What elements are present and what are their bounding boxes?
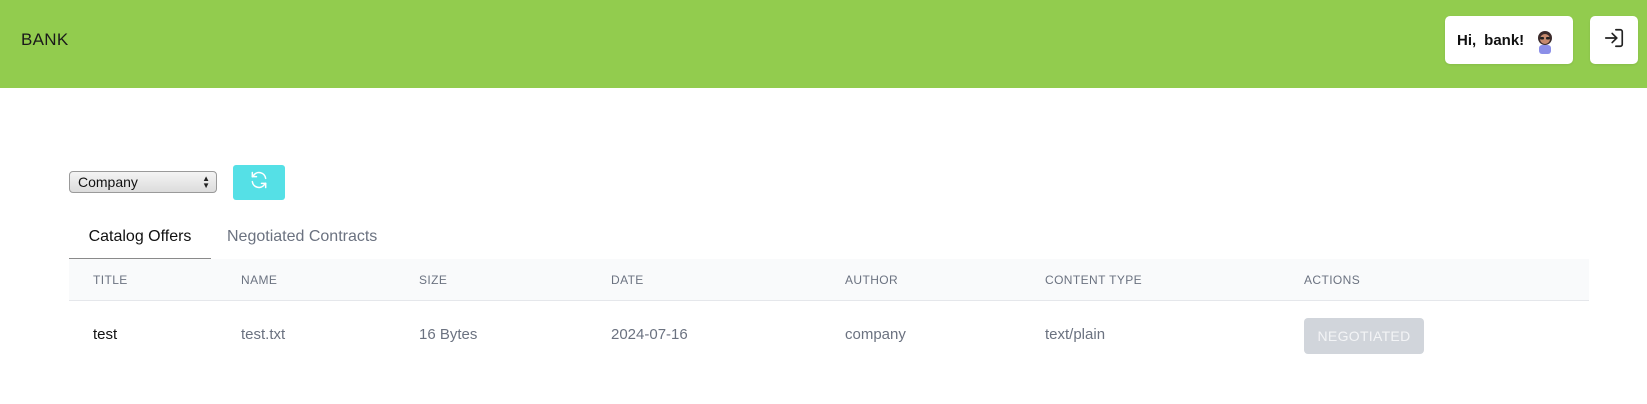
column-header-actions: ACTIONS [1304,273,1361,287]
tab-catalog-offers[interactable]: Catalog Offers [69,222,211,260]
refresh-button[interactable] [233,165,285,200]
logout-button[interactable] [1590,16,1638,64]
brand-title: BANK [21,30,69,49]
select-arrows-icon: ▲ ▼ [202,174,210,190]
company-select[interactable]: Company ▲ ▼ [69,171,217,193]
column-header-name: NAME [241,273,278,287]
user-greeting-card: Hi, bank! [1445,16,1573,64]
company-select-value: Company [78,174,138,190]
column-header-author: AUTHOR [845,273,899,287]
table-header: TITLE NAME SIZE DATE AUTHOR CONTENT TYPE… [69,259,1589,301]
cell-size: 16 Bytes [419,326,478,343]
cell-author: company [845,326,906,343]
top-header: BANK Hi, bank! [0,0,1647,88]
tab-negotiated-contracts[interactable]: Negotiated Contracts [227,222,377,260]
column-header-content-type: CONTENT TYPE [1045,273,1143,287]
column-header-date: DATE [611,273,644,287]
catalog-table: TITLE NAME SIZE DATE AUTHOR CONTENT TYPE… [69,259,1589,371]
refresh-icon [249,170,269,195]
user-avatar-icon [1533,28,1557,54]
username-text: bank! [1484,31,1525,49]
cell-content-type: text/plain [1045,326,1106,343]
negotiated-button[interactable]: NEGOTIATED [1304,318,1424,354]
cell-date: 2024-07-16 [611,326,688,343]
column-header-size: SIZE [419,273,448,287]
greeting-text: Hi, [1457,31,1477,49]
tab-bar: Catalog Offers Negotiated Contracts [69,222,1589,260]
table-row: test test.txt 16 Bytes 2024-07-16 compan… [69,301,1589,371]
column-header-title: TITLE [93,273,128,287]
cell-title: test [93,326,118,343]
sign-in-icon [1603,27,1625,54]
cell-name: test.txt [241,326,286,343]
